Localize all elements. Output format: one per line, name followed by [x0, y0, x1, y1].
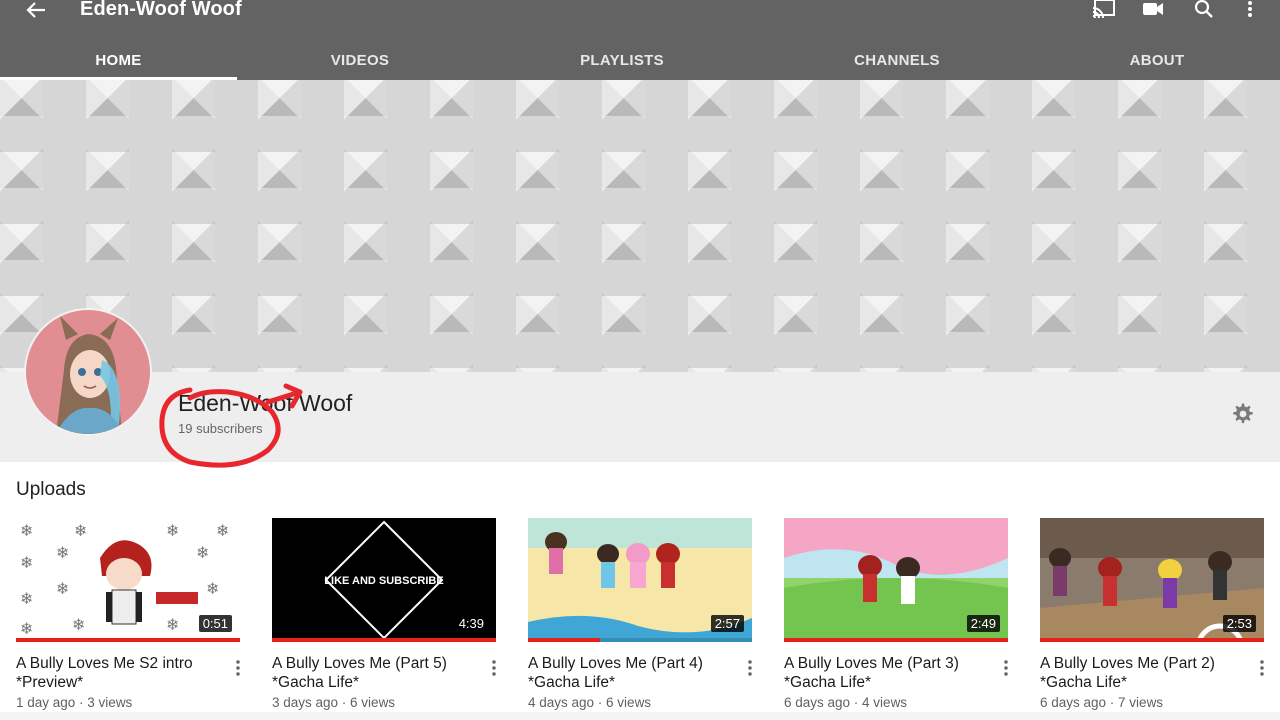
video-meta: 6 days ago · 4 views	[784, 695, 908, 710]
more-vert-icon[interactable]	[1238, 0, 1262, 20]
video-meta: 1 day ago · 3 views	[16, 695, 133, 710]
more-vert-icon[interactable]	[1256, 658, 1268, 678]
video-card[interactable]: ❄ ❄ ❄ ❄ ❄ ❄ ❄ ❄ ❄ ❄ ❄ ❄ ❄ 0:51 A Bully Loves Me S…	[16, 518, 256, 710]
video-title[interactable]: A Bully Loves Me (Part 5) *Gacha Life*	[272, 654, 482, 692]
bottom-edge	[0, 712, 1280, 720]
more-vert-icon[interactable]	[1000, 658, 1012, 678]
video-duration: 2:49	[966, 615, 1000, 632]
app-bar: Eden-Woof Woof HOME VIDEOS PLAYLISTS CHA…	[0, 0, 1280, 80]
tab-about[interactable]: ABOUT	[1057, 40, 1257, 80]
channel-tabs: HOME VIDEOS PLAYLISTS CHANNELS ABOUT	[0, 40, 1280, 80]
cast-icon[interactable]	[1092, 0, 1116, 20]
more-vert-icon[interactable]	[744, 658, 756, 678]
video-title[interactable]: A Bully Loves Me S2 intro *Preview*	[16, 654, 226, 692]
tab-playlists[interactable]: PLAYLISTS	[522, 40, 722, 80]
video-meta: 4 days ago · 6 views	[528, 695, 652, 710]
video-duration: 2:57	[710, 615, 744, 632]
svg-text:❄: ❄	[74, 521, 87, 540]
svg-text:❄: ❄	[196, 543, 209, 562]
watch-progress-bar	[528, 638, 600, 642]
video-thumbnail[interactable]: 2:53	[1040, 518, 1264, 642]
svg-text:❄: ❄	[216, 521, 229, 540]
search-icon[interactable]	[1192, 0, 1216, 20]
more-vert-icon[interactable]	[488, 658, 500, 678]
svg-text:❄: ❄	[20, 619, 33, 638]
video-thumbnail[interactable]: LIKE AND SUBSCRIBE 4:39	[272, 518, 496, 642]
video-camera-icon[interactable]	[1141, 0, 1165, 20]
video-card[interactable]: LIKE AND SUBSCRIBE 4:39 A Bully Loves Me…	[272, 518, 512, 710]
svg-text:❄: ❄	[72, 615, 85, 634]
svg-text:❄: ❄	[166, 615, 179, 634]
svg-text:❄: ❄	[20, 521, 33, 540]
video-thumbnail[interactable]: 2:49	[784, 518, 1008, 642]
video-title[interactable]: A Bully Loves Me (Part 4) *Gacha Life*	[528, 654, 738, 692]
tab-home[interactable]: HOME	[0, 40, 237, 80]
watch-progress-bar	[16, 638, 240, 642]
video-meta: 3 days ago · 6 views	[272, 695, 396, 710]
video-duration: 2:53	[1222, 615, 1256, 632]
svg-text:❄: ❄	[20, 589, 33, 608]
video-duration: 0:51	[198, 615, 232, 632]
channel-avatar[interactable]	[24, 308, 152, 436]
watch-progress-bar	[272, 638, 496, 642]
video-duration: 4:39	[454, 615, 488, 632]
video-thumbnail[interactable]: 2:57	[528, 518, 752, 642]
watch-progress-bar	[784, 638, 1008, 642]
video-card[interactable]: 2:49 A Bully Loves Me (Part 3) *Gacha Li…	[784, 518, 1024, 710]
svg-text:❄: ❄	[56, 579, 69, 598]
tab-videos[interactable]: VIDEOS	[260, 40, 460, 80]
video-title[interactable]: A Bully Loves Me (Part 3) *Gacha Life*	[784, 654, 994, 692]
video-title[interactable]: A Bully Loves Me (Part 2) *Gacha Life*	[1040, 654, 1250, 692]
gear-icon[interactable]	[1231, 402, 1255, 426]
video-meta: 6 days ago · 7 views	[1040, 695, 1164, 710]
channel-banner	[0, 80, 1280, 372]
uploads-heading: Uploads	[16, 479, 86, 500]
svg-text:❄: ❄	[166, 521, 179, 540]
channel-name: Eden-Woof Woof	[178, 390, 353, 416]
channel-title: Eden-Woof Woof	[80, 0, 242, 20]
channel-info-bar	[0, 372, 1280, 462]
svg-text:❄: ❄	[56, 543, 69, 562]
more-vert-icon[interactable]	[232, 658, 244, 678]
tab-channels[interactable]: CHANNELS	[797, 40, 997, 80]
watch-progress-bar	[1040, 638, 1264, 642]
svg-text:❄: ❄	[20, 553, 33, 572]
svg-text:❄: ❄	[206, 579, 219, 598]
video-card[interactable]: 2:57 A Bully Loves Me (Part 4) *Gacha Li…	[528, 518, 768, 710]
back-arrow-icon[interactable]	[22, 0, 50, 20]
video-thumbnail[interactable]: ❄ ❄ ❄ ❄ ❄ ❄ ❄ ❄ ❄ ❄ ❄ ❄ ❄ 0:51	[16, 518, 240, 642]
thumbnail-text: LIKE AND SUBSCRIBE	[324, 575, 443, 587]
subscriber-count: 19 subscribers	[178, 421, 263, 436]
video-card[interactable]: 2:53 A Bully Loves Me (Part 2) *Gacha Li…	[1040, 518, 1280, 710]
